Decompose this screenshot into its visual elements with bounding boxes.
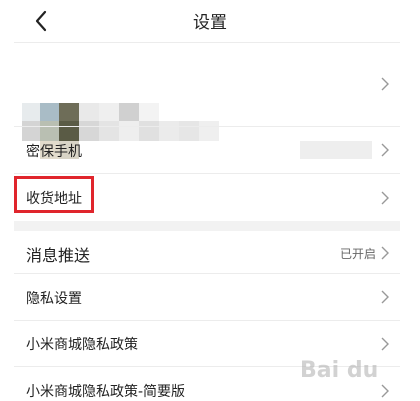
chevron-right-icon: [380, 143, 390, 157]
chevron-right-icon: [380, 337, 390, 351]
push-notifications-status: 已开启: [339, 247, 376, 261]
profile-row[interactable]: [0, 43, 420, 159]
mi-store-privacy-policy-brief-label: 小米商城隐私政策-简要版: [26, 384, 186, 400]
chevron-right-icon: [380, 290, 390, 304]
chevron-right-icon: [380, 246, 390, 260]
push-notifications-row[interactable]: 消息推送 已开启: [0, 231, 420, 273]
mi-store-privacy-policy-label: 小米商城隐私政策: [26, 337, 138, 353]
chevron-right-icon: [380, 77, 390, 91]
push-notifications-label: 消息推送: [26, 246, 91, 265]
section-gap: [14, 221, 400, 231]
page-title: 设置: [193, 13, 227, 33]
security-phone-label: 密保手机: [26, 144, 82, 160]
watermark: Bai du: [300, 358, 379, 383]
chevron-right-icon: [380, 191, 390, 205]
privacy-settings-row[interactable]: 隐私设置: [0, 274, 420, 320]
header-bar: 设置: [0, 0, 420, 42]
chevron-right-icon: [380, 384, 390, 398]
masked-phone-number: [300, 141, 372, 159]
highlight-box: [14, 176, 94, 213]
privacy-settings-label: 隐私设置: [26, 291, 82, 307]
